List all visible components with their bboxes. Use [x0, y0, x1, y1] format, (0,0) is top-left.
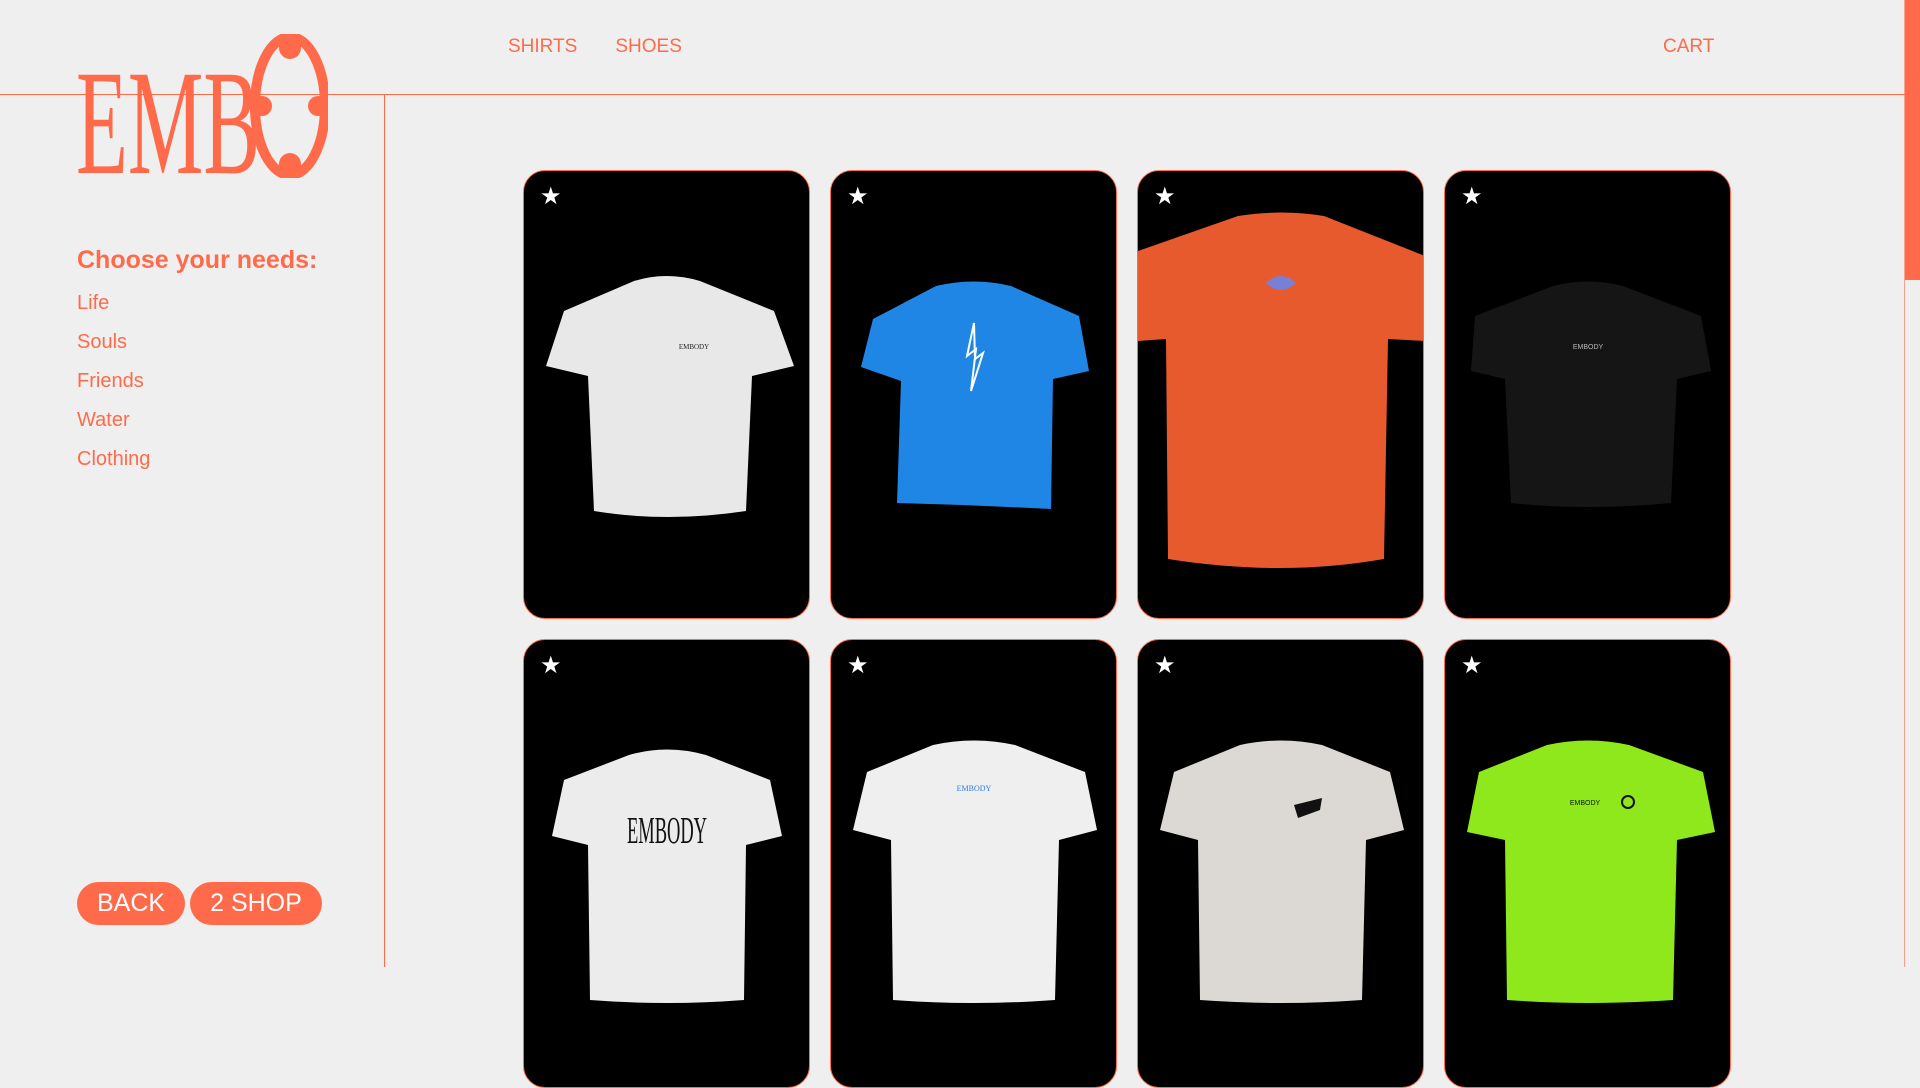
tshirt-image: EMBODY [853, 740, 1097, 1003]
tshirt-image: EMBODY [1467, 740, 1715, 1003]
brand-logo[interactable]: EMB [76, 34, 328, 178]
need-item-souls[interactable]: Souls [77, 329, 150, 368]
product-card[interactable]: EMBODY ★ [523, 170, 810, 619]
tshirt-image [861, 281, 1089, 509]
tshirt-image [1160, 740, 1404, 1003]
shirt-body [1471, 281, 1711, 507]
cart-link[interactable]: CART [1663, 36, 1714, 58]
favorite-star-icon[interactable]: ★ [1461, 185, 1483, 209]
main-nav: SHIRTS SHOES [508, 36, 682, 58]
sidebar-divider [384, 94, 385, 967]
tshirt-image: EMBODY [552, 749, 782, 1003]
sidebar-buttons: BACK 2 SHOP [77, 882, 322, 925]
product-card[interactable]: ★ [830, 170, 1117, 619]
tshirt-image: EMBODY [546, 276, 794, 517]
shirt-body [1138, 212, 1423, 568]
nav-shirts[interactable]: SHIRTS [508, 36, 577, 58]
shirt-print: EMBODY [957, 784, 992, 793]
favorite-star-icon[interactable]: ★ [540, 185, 562, 209]
shirt-body [1160, 740, 1404, 1003]
shop-button[interactable]: 2 SHOP [190, 882, 322, 925]
tshirt-image: EMBODY [1471, 281, 1711, 507]
favorite-star-icon[interactable]: ★ [847, 185, 869, 209]
shirt-print: EMBODY [627, 810, 707, 852]
favorite-star-icon[interactable]: ★ [847, 654, 869, 678]
tshirt-image [1138, 212, 1423, 568]
shirt-print: EMBODY [1573, 344, 1604, 351]
product-card[interactable]: EMBODY ★ [1444, 639, 1731, 1088]
shirt-body [853, 740, 1097, 1003]
shirt-print: EMBODY [1570, 800, 1601, 807]
needs-title: Choose your needs: [77, 246, 318, 274]
product-card[interactable]: EMBODY ★ [1444, 170, 1731, 619]
shirt-body [861, 281, 1089, 509]
shirt-print: EMBODY [679, 343, 709, 351]
shirt-body [552, 749, 782, 1003]
product-card[interactable]: ★ [1137, 170, 1424, 619]
logo-emblem-icon [250, 34, 328, 178]
scrollbar-thumb[interactable] [1905, 0, 1920, 280]
favorite-star-icon[interactable]: ★ [1461, 654, 1483, 678]
favorite-star-icon[interactable]: ★ [540, 654, 562, 678]
back-button[interactable]: BACK [77, 882, 186, 925]
favorite-star-icon[interactable]: ★ [1154, 185, 1176, 209]
product-card[interactable]: EMBODY ★ [830, 639, 1117, 1088]
shirt-body [1467, 740, 1715, 1003]
favorite-star-icon[interactable]: ★ [1154, 654, 1176, 678]
need-item-life[interactable]: Life [77, 290, 150, 329]
needs-list: Life Souls Friends Water Clothing [77, 290, 150, 485]
logo-text: EMB [76, 40, 260, 178]
product-grid: EMBODY ★ ★ ★ EMBODY ★ EMBODY ★ EMBODY ★ … [523, 170, 1731, 1088]
product-card[interactable]: EMBODY ★ [523, 639, 810, 1088]
need-item-clothing[interactable]: Clothing [77, 446, 150, 485]
nav-shoes[interactable]: SHOES [615, 36, 682, 58]
need-item-friends[interactable]: Friends [77, 368, 150, 407]
need-item-water[interactable]: Water [77, 407, 150, 446]
shirt-body [546, 276, 794, 517]
product-card[interactable]: ★ [1137, 639, 1424, 1088]
